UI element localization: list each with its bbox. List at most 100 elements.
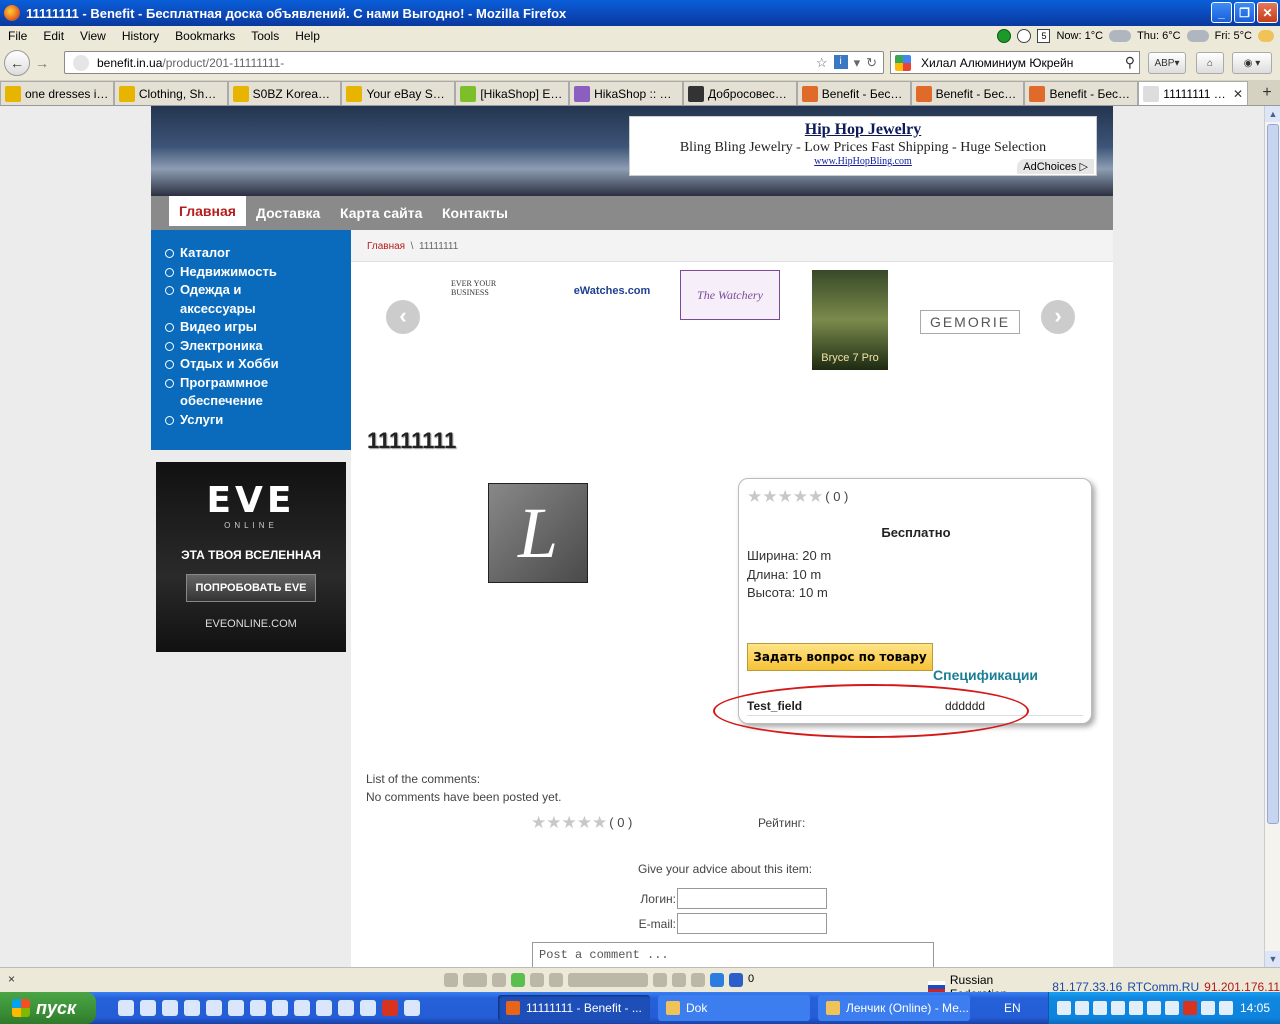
browser-tab[interactable]: Your eBay Shop... bbox=[341, 81, 456, 105]
eve-try-button[interactable]: ПОПРОБОВАТЬ EVE bbox=[186, 574, 316, 602]
quicklaunch-icon[interactable] bbox=[250, 1000, 266, 1016]
media-controls-icon[interactable] bbox=[568, 973, 648, 987]
ask-question-button[interactable]: Задать вопрос по товару bbox=[747, 643, 933, 671]
nav-sitemap[interactable]: Карта сайта bbox=[330, 196, 432, 230]
nav-contacts[interactable]: Контакты bbox=[432, 196, 518, 230]
tray-icon[interactable] bbox=[1147, 1001, 1161, 1015]
category-item[interactable]: Отдых и Хобби bbox=[165, 355, 351, 374]
menu-bookmarks[interactable]: Bookmarks bbox=[167, 29, 243, 43]
logo-bryce[interactable]: Bryce 7 Pro bbox=[812, 270, 888, 370]
category-item[interactable]: Одежда и аксессуары bbox=[165, 281, 351, 318]
back-button[interactable]: ← bbox=[4, 50, 30, 76]
quicklaunch-icon[interactable] bbox=[294, 1000, 310, 1016]
product-image[interactable]: L bbox=[488, 483, 588, 583]
star-icon[interactable]: ★ bbox=[808, 488, 823, 505]
tray-icon[interactable] bbox=[1111, 1001, 1125, 1015]
tray-icon[interactable] bbox=[1183, 1001, 1197, 1015]
quicklaunch-icon[interactable] bbox=[206, 1000, 222, 1016]
star-icon[interactable]: ★ bbox=[592, 814, 607, 831]
search-input[interactable]: Хилал Алюминиум Юкрейн ⚲ bbox=[890, 51, 1140, 74]
browser-tab[interactable]: Clothing, Shoes... bbox=[113, 81, 228, 105]
star-icon[interactable]: ★ bbox=[546, 814, 561, 831]
page-scrollbar[interactable]: ▲ ▼ bbox=[1264, 106, 1280, 967]
category-item[interactable]: Каталог bbox=[165, 244, 351, 263]
addon-icon[interactable] bbox=[710, 973, 724, 987]
star-icon[interactable]: ★ bbox=[562, 814, 577, 831]
browser-tab[interactable]: one dresses in ... bbox=[0, 81, 114, 105]
banner-ad[interactable]: Hip Hop Jewelry Bling Bling Jewelry - Lo… bbox=[629, 116, 1097, 176]
menu-help[interactable]: Help bbox=[287, 29, 328, 43]
status-green-icon[interactable] bbox=[997, 29, 1012, 43]
addon-icon[interactable] bbox=[492, 973, 506, 987]
scroll-up-arrow[interactable]: ▲ bbox=[1265, 106, 1280, 122]
comment-textarea[interactable]: Post a comment ... bbox=[532, 942, 934, 967]
star-icon[interactable]: ★ bbox=[793, 488, 808, 505]
close-addon-bar-button[interactable]: × bbox=[8, 972, 15, 986]
clock-icon[interactable] bbox=[1017, 29, 1032, 43]
new-tab-button[interactable]: + bbox=[1254, 81, 1280, 105]
quicklaunch-icon[interactable] bbox=[118, 1000, 134, 1016]
tray-icon[interactable] bbox=[1075, 1001, 1089, 1015]
comment-rating[interactable]: ★ ★ ★ ★ ★ ( 0 ) bbox=[531, 814, 632, 831]
quicklaunch-icon[interactable] bbox=[184, 1000, 200, 1016]
minimize-button[interactable]: _ bbox=[1211, 2, 1232, 23]
browser-tab[interactable]: Benefit - Беспл... bbox=[910, 81, 1025, 105]
star-icon[interactable]: ★ bbox=[778, 488, 793, 505]
addon-icon[interactable] bbox=[691, 973, 705, 987]
star-icon[interactable]: ★ bbox=[762, 488, 777, 505]
breadcrumb-home[interactable]: Главная bbox=[367, 241, 405, 252]
tray-icon[interactable] bbox=[1165, 1001, 1179, 1015]
browser-tab[interactable]: [HikaShop] Еще... bbox=[455, 81, 570, 105]
taskbar-clock[interactable]: 14:05 bbox=[1240, 1001, 1270, 1015]
browser-tab[interactable]: HikaShop :: Rep... bbox=[569, 81, 683, 105]
category-item[interactable]: Недвижимость bbox=[165, 263, 351, 282]
tray-icon[interactable] bbox=[1201, 1001, 1215, 1015]
logo-watchery[interactable]: The Watchery bbox=[680, 270, 780, 320]
start-button[interactable]: пуск bbox=[0, 992, 96, 1024]
addon-icon[interactable] bbox=[549, 973, 563, 987]
search-magnifier-icon[interactable]: ⚲ bbox=[1125, 54, 1135, 71]
quicklaunch-icon[interactable] bbox=[316, 1000, 332, 1016]
logo-ever-your-business[interactable]: EVER YOUR BUSINESS bbox=[451, 274, 531, 302]
language-indicator[interactable]: EN bbox=[1004, 1001, 1021, 1015]
product-rating[interactable]: ★ ★ ★ ★ ★ ( 0 ) bbox=[747, 488, 848, 505]
calendar-icon[interactable]: 5 bbox=[1037, 29, 1051, 43]
home-icon[interactable]: ⌂ bbox=[1196, 52, 1224, 74]
quicklaunch-icon[interactable] bbox=[272, 1000, 288, 1016]
quicklaunch-icon[interactable] bbox=[162, 1000, 178, 1016]
carousel-prev-button[interactable]: ‹ bbox=[386, 300, 420, 334]
taskbar-firefox[interactable]: 11111111 - Benefit - ... bbox=[498, 995, 650, 1021]
google-icon[interactable] bbox=[895, 55, 911, 71]
url-bar[interactable]: benefit.in.ua /product/201-11111111- ☆ i… bbox=[64, 51, 884, 74]
login-input[interactable] bbox=[677, 888, 827, 909]
email-input[interactable] bbox=[677, 913, 827, 934]
eve-url[interactable]: EVEONLINE.COM bbox=[156, 618, 346, 630]
ad-choices-button[interactable]: AdChoices ▷ bbox=[1017, 159, 1094, 174]
addon-icon[interactable] bbox=[530, 973, 544, 987]
logo-ewatches[interactable]: eWatches.com bbox=[571, 282, 653, 300]
filezilla-icon[interactable] bbox=[382, 1000, 398, 1016]
ad-title[interactable]: Hip Hop Jewelry bbox=[630, 121, 1096, 139]
star-icon[interactable]: ★ bbox=[531, 814, 546, 831]
scroll-down-arrow[interactable]: ▼ bbox=[1265, 951, 1280, 967]
close-window-button[interactable]: ✕ bbox=[1257, 2, 1278, 23]
quicklaunch-icon[interactable] bbox=[360, 1000, 376, 1016]
quicklaunch-icon[interactable] bbox=[404, 1000, 420, 1016]
category-item[interactable]: Услуги bbox=[165, 411, 351, 430]
category-item[interactable]: Электроника bbox=[165, 337, 351, 356]
maximize-button[interactable]: ❐ bbox=[1234, 2, 1255, 23]
quicklaunch-icon[interactable] bbox=[338, 1000, 354, 1016]
menu-history[interactable]: History bbox=[114, 29, 167, 43]
browser-tab[interactable]: Benefit - Беспл... bbox=[796, 81, 911, 105]
star-icon[interactable]: ★ bbox=[577, 814, 592, 831]
tray-icon[interactable] bbox=[1219, 1001, 1233, 1015]
weather-thu[interactable]: Thu: 6°C bbox=[1137, 30, 1181, 42]
nav-home[interactable]: Главная bbox=[169, 196, 246, 226]
tray-icon[interactable] bbox=[1093, 1001, 1107, 1015]
tray-icon[interactable] bbox=[1057, 1001, 1071, 1015]
star-icon[interactable]: ★ bbox=[747, 488, 762, 505]
menu-file[interactable]: File bbox=[0, 29, 35, 43]
scroll-thumb[interactable] bbox=[1267, 124, 1279, 824]
browser-tab[interactable]: 11111111 - ... ✕ bbox=[1138, 81, 1249, 105]
quicklaunch-icon[interactable] bbox=[228, 1000, 244, 1016]
